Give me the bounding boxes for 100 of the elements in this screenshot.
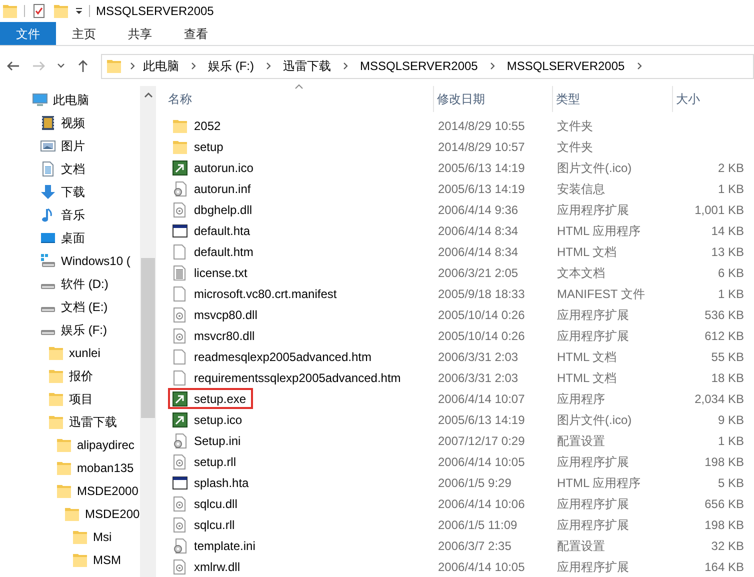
column-header[interactable]: 名称 [165, 86, 433, 112]
type-cell: 图片文件(.ico) [557, 412, 632, 426]
sidebar-item[interactable]: 下载 [0, 180, 140, 203]
checklist-icon [31, 3, 47, 19]
sidebar-item[interactable]: 报价 [0, 364, 140, 387]
file-name[interactable]: msvcr80.dll [194, 326, 255, 344]
sidebar-item[interactable]: 软件 (D:) [0, 272, 140, 295]
ribbon-tab[interactable]: 文件 [0, 22, 56, 45]
file-name[interactable]: default.hta [194, 222, 250, 240]
file-name[interactable]: setup [194, 138, 224, 156]
type-cell: HTML 文档 [557, 244, 617, 258]
column-header[interactable]: 大小 [672, 86, 748, 112]
file-icon [172, 370, 188, 386]
date-cell: 2006/4/14 10:05 [438, 454, 525, 468]
type-cell: 应用程序扩展 [557, 202, 629, 216]
breadcrumb-item[interactable]: 此电脑 [143, 57, 179, 75]
breadcrumb-item[interactable]: MSSQLSERVER2005 [506, 57, 625, 75]
file-name[interactable]: Setup.ini [194, 432, 241, 450]
file-name[interactable]: setup.rll [194, 452, 236, 470]
folder-icon [56, 460, 72, 476]
document-icon [40, 160, 56, 176]
sidebar-item[interactable]: Msi [0, 525, 140, 548]
folder-icon [2, 3, 18, 19]
date-cell: 2014/8/29 10:55 [438, 118, 525, 132]
type-cell: 图片文件(.ico) [557, 160, 632, 174]
sidebar-item[interactable]: MSDE200 [0, 502, 140, 525]
file-name[interactable]: template.ini [194, 536, 256, 554]
scroll-up-icon[interactable] [144, 92, 152, 98]
file-name[interactable]: 2052 [194, 116, 221, 134]
sidebar-item[interactable]: 视频 [0, 111, 140, 134]
sidebar-item[interactable]: alipaydirec [0, 433, 140, 456]
file-name[interactable]: readmesqlexp2005advanced.htm [194, 348, 372, 366]
sidebar-item[interactable]: Windows10 ( [0, 249, 140, 272]
sidebar-item[interactable]: MSDE2000 [0, 479, 140, 502]
date-cell: 2006/4/14 9:36 [438, 202, 518, 216]
type-cell: HTML 文档 [557, 370, 617, 384]
file-name[interactable]: msvcp80.dll [194, 306, 258, 324]
size-cell-text: 612 KB [704, 328, 744, 344]
sidebar-item[interactable]: 图片 [0, 134, 140, 157]
scrollbar-thumb[interactable] [141, 258, 155, 418]
address-bar[interactable]: 此电脑 娱乐 (F:) 迅雷下载 MSSQLSERVER2005 MSSQLSERVER2005 [101, 54, 754, 78]
file-icon [172, 286, 188, 302]
sidebar-item[interactable]: 娱乐 (F:) [0, 318, 140, 341]
sidebar-item[interactable]: MSM [0, 548, 140, 571]
date-cell: 2005/6/13 14:19 [438, 160, 525, 174]
sidebar-item[interactable]: 文档 (E:) [0, 295, 140, 318]
sidebar-item[interactable]: 音乐 [0, 203, 140, 226]
sidebar-item[interactable]: 项目 [0, 387, 140, 410]
folder-icon [48, 414, 64, 430]
download-icon [40, 184, 56, 200]
file-name[interactable]: dbghelp.dll [194, 200, 252, 218]
sidebar-item[interactable]: 桌面 [0, 226, 140, 249]
sidebar-item[interactable]: moban135 [0, 456, 140, 479]
file-name[interactable]: xmlrw.dll [194, 558, 240, 576]
breadcrumb-item[interactable]: MSSQLSERVER2005 [360, 57, 478, 75]
sidebar-item[interactable]: 迅雷下载 [0, 410, 140, 433]
file-name[interactable]: splash.hta [194, 474, 249, 492]
column-header[interactable]: 类型 [552, 86, 672, 112]
file-name[interactable]: autorun.inf [194, 180, 251, 198]
type-cell: HTML 应用程序 [557, 224, 641, 238]
scrollbar[interactable] [140, 86, 156, 577]
sidebar-item[interactable]: 文档 [0, 157, 140, 180]
date-cell: 2005/6/13 14:19 [438, 412, 525, 426]
picture-icon [40, 138, 56, 154]
folder-icon [48, 390, 64, 406]
size-cell-text: 6 KB [718, 264, 744, 282]
breadcrumb-item[interactable]: 迅雷下载 [283, 57, 331, 75]
breadcrumb-item[interactable]: 娱乐 (F:) [208, 57, 254, 75]
sidebar-item[interactable]: 此电脑 [0, 88, 140, 111]
file-name[interactable]: default.htm [194, 242, 254, 260]
file-name[interactable]: sqlcu.rll [194, 516, 235, 534]
file-name[interactable]: microsoft.vc80.crt.manifest [194, 284, 337, 302]
size-cell-text: 1,001 KB [694, 202, 744, 218]
column-header[interactable]: 修改日期 [433, 86, 552, 112]
type-cell: 文本文档 [557, 266, 605, 280]
date-cell: 2006/4/14 10:06 [438, 496, 525, 510]
file-name[interactable]: requirementssqlexp2005advanced.htm [194, 368, 401, 386]
size-cell-text: 1 KB [718, 432, 744, 450]
sidebar-item[interactable]: xunlei [0, 341, 140, 364]
ribbon-tab[interactable]: 共享 [112, 22, 168, 45]
file-name[interactable]: sqlcu.dll [194, 494, 238, 512]
file-icon [172, 348, 188, 364]
size-cell-text: 9 KB [718, 412, 744, 428]
window-title: MSSQLSERVER2005 [96, 3, 214, 20]
date-cell: 2006/4/14 8:34 [438, 224, 518, 238]
file-name[interactable]: setup.exe [194, 390, 246, 408]
chevron-right-icon [636, 61, 643, 71]
size-cell-text: 5 KB [718, 474, 744, 492]
type-cell: 文件夹 [557, 140, 593, 154]
ribbon-tab[interactable]: 查看 [168, 22, 224, 45]
file-name[interactable]: license.txt [194, 264, 248, 282]
drive-icon [40, 329, 56, 336]
file-name[interactable]: setup.ico [194, 410, 242, 428]
folder-icon [106, 58, 122, 74]
file-name[interactable]: autorun.ico [194, 158, 254, 176]
date-cell: 2005/9/18 18:33 [438, 286, 525, 300]
ribbon-tab[interactable]: 主页 [56, 22, 112, 45]
text-file-icon [172, 264, 188, 280]
file-icon [172, 244, 188, 260]
chevron-right-icon [129, 61, 136, 71]
